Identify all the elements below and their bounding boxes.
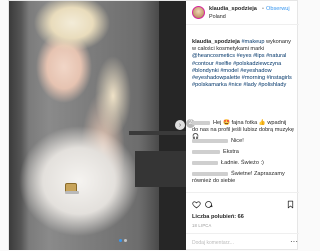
caption-tag[interactable]: #polskadziewczyna [233,61,281,67]
caption-tag[interactable]: #eyeshadow [240,68,271,74]
caption-tag[interactable]: #eyeshadowpalette [192,75,240,81]
caption-tag[interactable]: #nice [228,82,241,88]
comment: Nice! [192,138,244,145]
caption-tag[interactable]: #polskamarka [192,82,227,88]
caption-tag[interactable]: #model [220,68,238,74]
comment-username[interactable] [192,149,220,154]
comment-text: Hej 🤩 fajna fotka 👍 wpadnij [213,120,287,126]
comment-username[interactable] [192,171,228,176]
more-options-icon[interactable]: ··· [290,238,298,246]
caption-tag[interactable]: #selfie [215,61,231,67]
post-actions: Liczba polubień: 66 18 LIPCA Dodaj komen… [186,192,299,250]
caption-tag[interactable]: @heancosmetics [192,53,235,59]
comment-text: Ekstra [223,149,239,155]
comment-icon[interactable] [204,200,213,209]
carousel-dot [124,239,127,242]
comment: Ekstra [192,149,239,156]
comment-username[interactable] [192,138,228,143]
post-timestamp: 18 LIPCA [192,223,212,228]
comment-username[interactable] [192,120,210,125]
caption-tag[interactable]: #makeup [241,39,264,45]
caption-tag[interactable]: #eyes [237,53,252,59]
post-photo[interactable]: › [9,1,186,250]
comment-username[interactable] [192,160,218,165]
location-link[interactable]: Poland [209,14,226,20]
comment-text: Nice! [231,138,244,144]
caption-tag[interactable]: #instagirls [267,75,292,81]
instagram-post: › klaudia_spodzieja • Obserwuj Poland kl… [8,0,299,250]
follow-button[interactable]: Obserwuj [266,6,290,12]
likes-count[interactable]: Liczba polubień: 66 [192,214,244,220]
bracelet-detail [65,191,79,194]
bookmark-icon[interactable] [286,200,295,209]
header-username[interactable]: klaudia_spodzieja [209,6,257,12]
comment: Ładnie. Świeżo :) [192,160,264,167]
caption-username[interactable]: klaudia_spodzieja [192,39,240,45]
caption-tag[interactable]: #natural [266,53,286,59]
post-sidebar: klaudia_spodzieja • Obserwuj Poland klau… [186,1,299,250]
caption-tag[interactable]: #morning [242,75,265,81]
carousel-dot [119,239,122,242]
avatar[interactable] [192,6,205,19]
heart-icon[interactable] [192,200,201,209]
caption-tag[interactable]: #contour [192,61,214,67]
comment-text: Ładnie. Świeżo :) [221,160,264,166]
post-header: klaudia_spodzieja • Obserwuj Poland [186,1,299,25]
caption-tag[interactable]: #polishlady [258,82,286,88]
caption-tag[interactable]: #lips [253,53,265,59]
post-caption: klaudia_spodzieja #makeup wykonany w cał… [192,39,296,89]
comment-text: Świetne! Zapraszamy [231,171,285,177]
add-comment-row: Dodaj komentarz... ··· [186,233,299,251]
carousel-next-arrow-icon[interactable]: › [175,120,185,130]
carousel-dots [119,239,127,242]
add-comment-input[interactable]: Dodaj komentarz... [192,240,234,246]
comment-text: również do siebie [192,178,236,184]
header-separator: • [262,6,264,12]
comment-continued: również do siebie [192,178,235,185]
caption-tag[interactable]: #lady [243,82,256,88]
caption-tag[interactable]: #blondynki [192,68,219,74]
